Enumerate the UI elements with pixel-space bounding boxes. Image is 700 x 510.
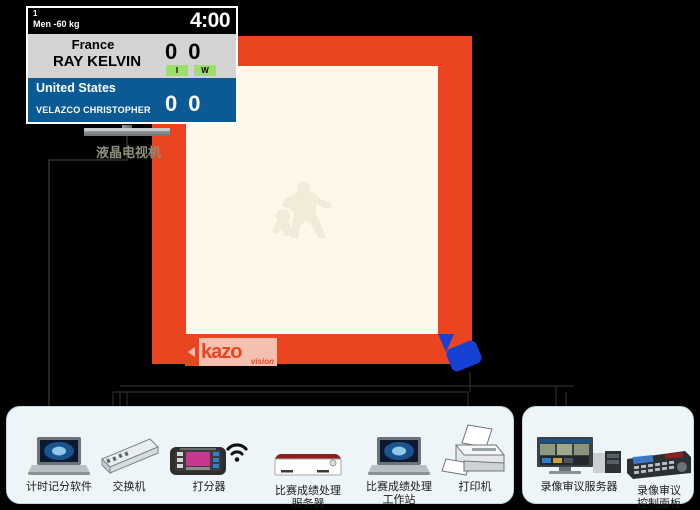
lcd-tv-icon — [84, 125, 170, 138]
device-printer[interactable]: 打印机 — [439, 423, 511, 493]
blue-country: United States — [36, 81, 116, 95]
monitor-rack-icon — [527, 429, 631, 477]
score-badges: I W — [166, 65, 216, 76]
device-video-review-server[interactable]: 录像审议服务器 — [527, 429, 631, 493]
scoreboard-header: 1 Men -60 kg 4:00 — [28, 8, 236, 34]
device-label: 打分器 — [192, 480, 226, 493]
white-country: France — [71, 37, 115, 52]
white-score-2: 0 — [188, 39, 201, 64]
device-label: 交换机 — [112, 480, 146, 493]
switch-icon — [83, 429, 175, 477]
white-scores: 0 0 — [165, 40, 201, 64]
control-panel-icon — [623, 433, 695, 481]
blue-scores: 0 0 — [165, 92, 201, 116]
blue-score-2: 0 — [188, 91, 201, 116]
server-icon — [259, 433, 357, 481]
camera-icon — [432, 330, 488, 378]
white-athlete-row: France RAY KELVIN 0 0 I W — [28, 34, 236, 78]
device-network-switch[interactable]: 交换机 — [83, 429, 175, 493]
device-label: 比赛成绩处理 工作站 — [366, 480, 432, 506]
device-label: 录像审议 控制面板 — [637, 484, 681, 510]
match-clock: 4:00 — [189, 9, 231, 32]
scoring-panel: 计时记分软件 交换机 打分器 比赛成绩处理 服务器 比赛成绩处理 工作站 打印机 — [6, 406, 514, 510]
video-review-panel: 录像审议服务器 录像审议 控制面板 — [522, 406, 694, 510]
device-video-review-control-panel[interactable]: 录像审议 控制面板 — [623, 433, 695, 510]
scoreboard-controller-icon — [163, 429, 255, 477]
printer-icon — [439, 423, 511, 477]
blue-score-1: 0 — [165, 91, 178, 116]
badge-wazaari: W — [194, 65, 216, 76]
badge-ippon: I — [166, 65, 188, 76]
device-label: 打印机 — [458, 480, 492, 493]
device-label: 比赛成绩处理 服务器 — [275, 484, 341, 510]
blue-athlete-row: United States VELAZCO CHRISTOPHER 0 0 — [28, 78, 236, 122]
device-results-workstation[interactable]: 比赛成绩处理 工作站 — [351, 429, 447, 506]
laptop-icon — [351, 429, 447, 477]
blue-athlete-name: VELAZCO CHRISTOPHER — [36, 105, 151, 115]
scoreboard: 1 Men -60 kg 4:00 France RAY KELVIN 0 0 … — [26, 6, 238, 124]
lcd-tv-label: 液晶电视机 — [96, 146, 162, 161]
tv-panel — [84, 128, 170, 136]
device-scoring-device[interactable]: 打分器 — [163, 429, 255, 493]
white-athlete-name: RAY KELVIN — [52, 53, 142, 70]
device-label: 录像审议服务器 — [540, 480, 618, 493]
white-score-1: 0 — [165, 39, 178, 64]
diagram-stage: kazo vision 1 Men -60 kg 4:00 France RAY… — [0, 0, 700, 510]
device-results-server[interactable]: 比赛成绩处理 服务器 — [259, 433, 357, 510]
